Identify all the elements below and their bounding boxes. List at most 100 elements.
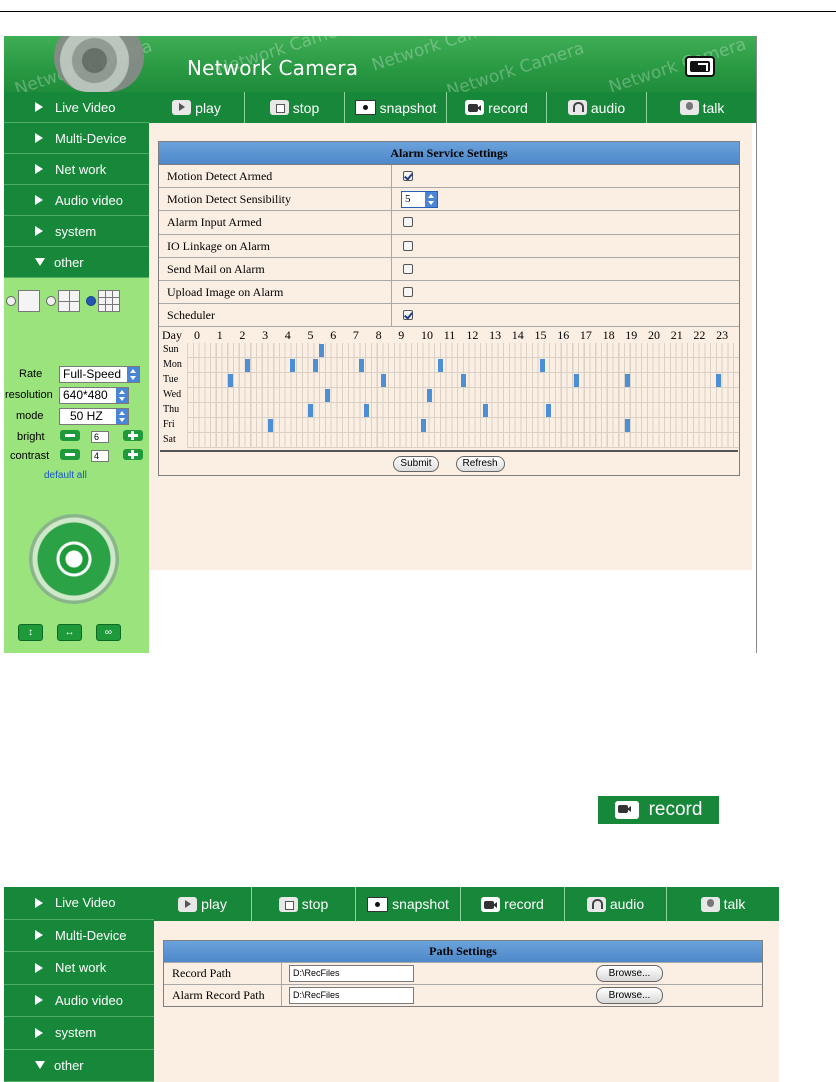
hour-label: 6 xyxy=(330,328,337,343)
alarm-checkbox[interactable] xyxy=(403,310,413,321)
record-label: record xyxy=(504,896,544,912)
sidebar-item-multi-device[interactable]: Multi-Device xyxy=(4,919,154,952)
sidebar-item-audio-video[interactable]: Audio video xyxy=(4,185,149,216)
talk-button[interactable]: talk xyxy=(667,887,779,921)
mode-select[interactable]: 50 HZ xyxy=(59,408,129,425)
schedule-slot-marker[interactable] xyxy=(381,374,387,388)
split-1-radio[interactable] xyxy=(6,296,16,306)
sidebar-item-system[interactable]: system xyxy=(4,216,149,247)
alarm-row-value xyxy=(392,211,739,233)
snapshot-button[interactable]: snapshot xyxy=(356,887,461,921)
alarm-record-path-browse-button[interactable]: Browse... xyxy=(596,987,663,1004)
schedule-slot-marker[interactable] xyxy=(228,374,234,388)
talk-button[interactable]: talk xyxy=(647,92,756,123)
rate-select[interactable]: Full-Speed xyxy=(59,366,140,383)
hour-label: 11 xyxy=(443,328,456,343)
alarm-checkbox[interactable] xyxy=(403,217,413,228)
alarm-checkbox[interactable] xyxy=(403,263,413,274)
stop-button[interactable]: stop xyxy=(252,887,356,921)
talk-label: talk xyxy=(723,896,746,912)
schedule-grid[interactable] xyxy=(187,343,739,449)
default-all-link[interactable]: default all xyxy=(44,470,87,481)
vertical-patrol-icon[interactable]: ↕ xyxy=(18,624,43,641)
schedule-slot-marker[interactable] xyxy=(625,419,631,433)
sidebar-item-live-video[interactable]: Live Video xyxy=(4,887,154,920)
ptz-control-wheel[interactable] xyxy=(29,514,119,604)
sidebar-item-label: Audio video xyxy=(55,192,123,208)
schedule-slot-marker[interactable] xyxy=(438,359,444,373)
schedule-slot-marker[interactable] xyxy=(545,404,551,418)
schedule-slot-marker[interactable] xyxy=(483,404,489,418)
audio-button[interactable]: audio xyxy=(547,92,647,123)
talk-icon xyxy=(700,896,720,912)
alarm-checkbox[interactable] xyxy=(403,240,413,251)
schedule-slot-marker[interactable] xyxy=(364,404,370,418)
triangle-right-icon xyxy=(35,133,43,143)
split-4-radio[interactable] xyxy=(46,296,56,306)
schedule-slot-marker[interactable] xyxy=(313,359,319,373)
schedule-slot-marker[interactable] xyxy=(267,419,273,433)
sensibility-select[interactable]: 5 xyxy=(401,191,438,209)
bright-minus-button[interactable] xyxy=(60,430,80,441)
sidebar-item-label: other xyxy=(54,254,84,270)
contrast-plus-button[interactable] xyxy=(123,449,143,460)
hour-label: 13 xyxy=(489,328,502,343)
schedule-slot-marker[interactable] xyxy=(245,359,251,373)
split-9-radio[interactable] xyxy=(86,296,96,306)
contrast-minus-button[interactable] xyxy=(60,449,80,460)
play-button[interactable]: play xyxy=(154,887,252,921)
schedule-slot-marker[interactable] xyxy=(290,359,296,373)
alarm-row-label: Motion Detect Armed xyxy=(159,165,392,188)
schedule-slot-marker[interactable] xyxy=(324,389,330,403)
snapshot-button[interactable]: snapshot xyxy=(345,92,447,123)
fullscreen-icon[interactable] xyxy=(685,56,715,77)
alarm-checkbox[interactable] xyxy=(403,286,413,297)
refresh-button[interactable]: Refresh xyxy=(455,455,505,472)
record-path-browse-button[interactable]: Browse... xyxy=(596,965,663,982)
schedule-slot-marker[interactable] xyxy=(426,389,432,403)
schedule-slot-marker[interactable] xyxy=(318,344,324,358)
alarm-row: Send Mail on Alarm xyxy=(159,257,739,281)
alarm-row-label: Alarm Input Armed xyxy=(159,211,392,234)
day-label: Mon xyxy=(163,359,182,371)
sidebar-item-other[interactable]: other xyxy=(4,1049,154,1082)
single-view-icon xyxy=(18,290,40,312)
schedule-slot-marker[interactable] xyxy=(460,374,466,388)
schedule-slot-marker[interactable] xyxy=(716,374,722,388)
sidebar-item-network[interactable]: Net work xyxy=(4,154,149,185)
schedule-slot-marker[interactable] xyxy=(358,359,364,373)
sidebar-item-system[interactable]: system xyxy=(4,1017,154,1050)
triangle-right-icon xyxy=(35,226,43,236)
record-button-illustration: record xyxy=(598,796,719,824)
sidebar-item-network[interactable]: Net work xyxy=(4,952,154,985)
sidebar-item-other[interactable]: other xyxy=(4,247,149,278)
bright-plus-button[interactable] xyxy=(123,430,143,441)
schedule-slot-marker[interactable] xyxy=(574,374,580,388)
schedule-slot-marker[interactable] xyxy=(625,374,631,388)
record-button[interactable]: record xyxy=(461,887,565,921)
play-button[interactable]: play xyxy=(149,92,245,123)
record-path-input[interactable]: D:\RecFiles xyxy=(289,965,414,982)
schedule-slot-marker[interactable] xyxy=(540,359,546,373)
play-label: play xyxy=(201,896,227,912)
resolution-select[interactable]: 640*480 xyxy=(59,387,129,404)
submit-button[interactable]: Submit xyxy=(393,455,439,472)
infinite-patrol-icon[interactable]: ∞ xyxy=(96,624,121,641)
schedule-slot-marker[interactable] xyxy=(307,404,313,418)
horizontal-patrol-icon[interactable]: ↔ xyxy=(57,624,82,641)
alarm-checkbox[interactable] xyxy=(403,171,413,181)
sidebar-item-audio-video[interactable]: Audio video xyxy=(4,984,154,1017)
app-title: Network Camera xyxy=(187,56,359,80)
sidebar-item-multi-device[interactable]: Multi-Device xyxy=(4,123,149,154)
sidebar-item-label: Multi-Device xyxy=(55,130,127,146)
spinner-icon xyxy=(116,409,128,424)
schedule-slot-marker[interactable] xyxy=(421,419,426,433)
alarm-record-path-input[interactable]: D:\RecFiles xyxy=(289,987,414,1004)
audio-button[interactable]: audio xyxy=(565,887,667,921)
stop-icon xyxy=(278,896,298,912)
hour-label: 20 xyxy=(648,328,660,343)
sidebar: Live Video Multi-Device Net work Audio v… xyxy=(4,92,149,653)
sidebar-item-live-video[interactable]: Live Video xyxy=(4,92,149,123)
stop-button[interactable]: stop xyxy=(245,92,345,123)
record-button[interactable]: record xyxy=(447,92,547,123)
